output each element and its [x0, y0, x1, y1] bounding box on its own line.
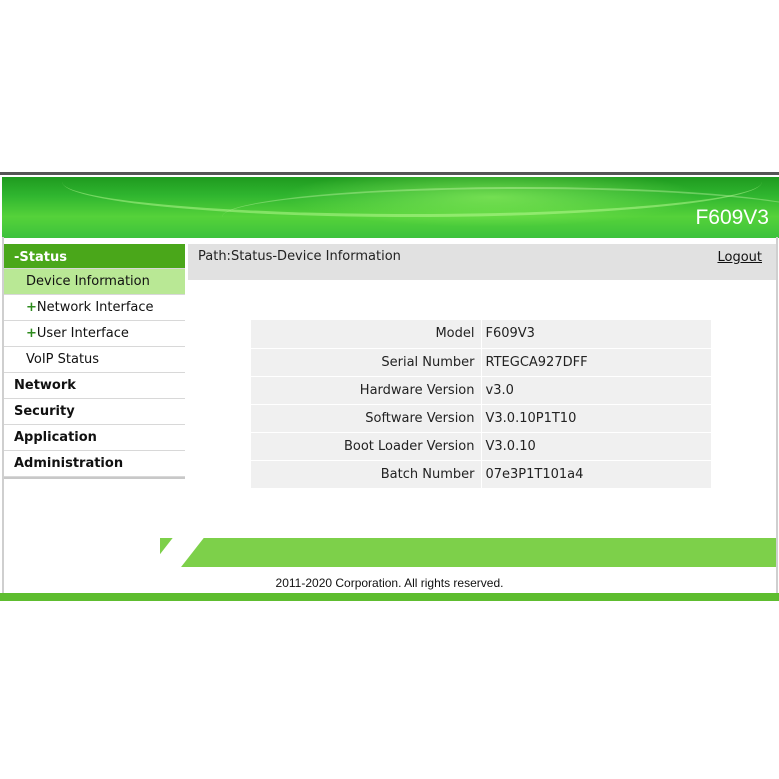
device-info-table: Model F609V3 Serial Number RTEGCA927DFF …	[251, 320, 711, 489]
sidebar-section-network[interactable]: Network	[4, 373, 185, 399]
row-label: Serial Number	[251, 348, 482, 377]
sidebar-item-label: Device Information	[26, 274, 150, 289]
row-label: Software Version	[251, 404, 482, 433]
sidebar-item-device-information[interactable]: Device Information	[4, 269, 185, 295]
sidebar-section-security[interactable]: Security	[4, 399, 185, 425]
path-bar: Path:Status-Device Information Logout	[188, 244, 776, 280]
expand-plus-icon: +	[26, 300, 37, 315]
sidebar-section-label: -Status	[14, 250, 67, 265]
frame-right-border	[776, 237, 778, 601]
table-row: Hardware Version v3.0	[251, 376, 711, 405]
sidebar-item-user-interface[interactable]: +User Interface	[4, 321, 185, 347]
header-banner: F609V3	[2, 177, 779, 238]
row-value: 07e3P1T101a4	[481, 460, 711, 489]
row-value: RTEGCA927DFF	[481, 348, 711, 377]
sidebar-item-label: User Interface	[36, 326, 129, 341]
row-value: V3.0.10P1T10	[481, 404, 711, 433]
table-row: Model F609V3	[251, 320, 711, 349]
breadcrumb: Path:Status-Device Information	[198, 249, 401, 264]
expand-plus-icon: +	[26, 326, 37, 341]
sidebar-bottom-rule	[4, 477, 185, 479]
table-row: Software Version V3.0.10P1T10	[251, 404, 711, 433]
sidebar-section-administration[interactable]: Administration	[4, 451, 185, 477]
copyright-text: 2011-2020 Corporation. All rights reserv…	[275, 576, 504, 590]
footer-green-bar	[160, 538, 776, 567]
row-value: F609V3	[481, 320, 711, 349]
logout-link[interactable]: Logout	[717, 250, 762, 265]
top-rule	[0, 172, 779, 175]
sidebar-section-status[interactable]: -Status	[4, 244, 185, 269]
sidebar-section-application[interactable]: Application	[4, 425, 185, 451]
sidebar-item-label: VoIP Status	[26, 352, 100, 367]
sidebar-section-label: Security	[14, 404, 75, 419]
bottom-green-bar	[0, 593, 779, 601]
table-row: Boot Loader Version V3.0.10	[251, 432, 711, 461]
table-row: Batch Number 07e3P1T101a4	[251, 460, 711, 489]
table-row: Serial Number RTEGCA927DFF	[251, 348, 711, 377]
sidebar-section-label: Network	[14, 378, 76, 393]
sidebar-menu: -Status Device Information +Network Inte…	[4, 244, 185, 479]
row-label: Hardware Version	[251, 376, 482, 405]
row-label: Model	[251, 320, 482, 349]
sidebar-section-label: Administration	[14, 456, 124, 471]
sidebar-section-label: Application	[14, 430, 97, 445]
sidebar-item-voip-status[interactable]: VoIP Status	[4, 347, 185, 373]
row-label: Boot Loader Version	[251, 432, 482, 461]
sidebar-item-label: Network Interface	[36, 300, 154, 315]
sidebar-item-network-interface[interactable]: +Network Interface	[4, 295, 185, 321]
row-label: Batch Number	[251, 460, 482, 489]
row-value: V3.0.10	[481, 432, 711, 461]
model-title: F609V3	[695, 206, 769, 229]
row-value: v3.0	[481, 376, 711, 405]
